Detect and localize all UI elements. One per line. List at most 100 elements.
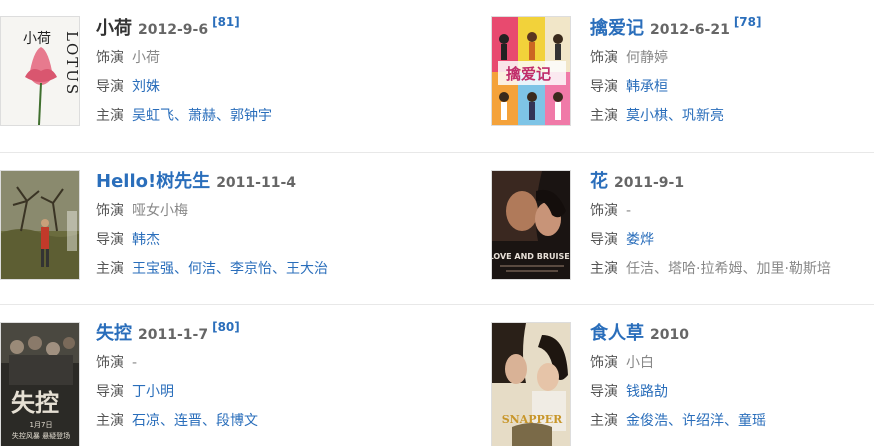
cast-name: 任洁 [626, 261, 654, 277]
film-poster[interactable]: 失控 1月7日 失控风暴 悬疑登场 [0, 322, 80, 446]
director-line: 导演 韩承桓 [590, 73, 874, 102]
role-line: 饰演 小白 [590, 349, 874, 378]
cast-link[interactable]: 巩新亮 [682, 108, 724, 124]
cast-name: 塔哈·拉希姆 [668, 261, 743, 277]
director-label: 导演 [590, 79, 618, 95]
poster-title-text: 小荷 [23, 31, 51, 47]
svg-text:失控: 失控 [11, 388, 59, 417]
director-link[interactable]: 钱路劼 [626, 384, 668, 400]
director-link[interactable]: 韩杰 [132, 232, 160, 248]
citation-link[interactable]: [81] [212, 15, 240, 29]
role-value: 何静婷 [626, 50, 668, 66]
cast-line: 主演 金俊浩、许绍洋、童瑶 [590, 413, 766, 429]
director-label: 导演 [590, 232, 618, 248]
film-card: 小荷 LOTUS 小荷 2012-9-6 [81] 饰演 小荷 导演 刘姝 主演 吴虹飞、… [0, 0, 420, 152]
film-info: 失控 2011-1-7 [80] 饰演 - 导演 丁小明 主演 石凉、连晋、段博文 [96, 319, 416, 436]
director-link[interactable]: 韩承桓 [626, 79, 668, 95]
cast-link[interactable]: 何洁 [188, 261, 216, 277]
director-line: 导演 娄烨 [590, 226, 874, 255]
svg-text:1月7日: 1月7日 [30, 421, 53, 429]
filmography-row: 失控 1月7日 失控风暴 悬疑登场 失控 2011-1-7 [80] 饰演 - 导演丁… [0, 304, 874, 446]
svg-text:LOVE AND BRUISES: LOVE AND BRUISES [492, 252, 571, 261]
cast-link[interactable]: 王宝强 [132, 261, 174, 277]
role-value: - [132, 355, 138, 371]
cast-link[interactable]: 吴虹飞 [132, 108, 174, 124]
cast-line: 主演 莫小棋、巩新亮 [590, 108, 724, 124]
film-date: 2012-6-21 [650, 22, 730, 38]
film-title[interactable]: 小荷 [96, 18, 132, 39]
role-line: 饰演 哑女小梅 [96, 197, 416, 226]
role-label: 饰演 [96, 50, 124, 66]
cast-link[interactable]: 金俊浩 [626, 413, 668, 429]
cast-label: 主演 [96, 108, 124, 124]
role-label: 饰演 [590, 203, 618, 219]
director-label: 导演 [96, 79, 124, 95]
film-poster[interactable] [0, 170, 80, 280]
cast-line: 主演 吴虹飞、萧赫、郭钟宇 [96, 108, 272, 124]
film-title[interactable]: 花 [590, 171, 608, 192]
film-date: 2010 [650, 327, 689, 343]
film-info: 花 2011-9-1 饰演 - 导演 娄烨 主演 任洁、塔哈·拉希姆、加里·勒斯培 [590, 167, 874, 284]
film-card: LOVE AND BRUISES 花 2011-9-1 饰演 - 导演 娄烨 主演 任洁… [490, 153, 874, 305]
director-label: 导演 [96, 232, 124, 248]
role-label: 饰演 [96, 203, 124, 219]
svg-text:擒爱记: 擒爱记 [506, 65, 551, 83]
director-link[interactable]: 刘姝 [132, 79, 160, 95]
director-line: 导演 韩杰 [96, 226, 416, 255]
film-title[interactable]: 擒爱记 [590, 18, 644, 39]
film-date: 2011-11-4 [216, 175, 296, 191]
role-value: - [626, 203, 632, 219]
film-title[interactable]: 食人草 [590, 323, 644, 344]
cast-line: 主演 任洁、塔哈·拉希姆、加里·勒斯培 [590, 261, 831, 277]
citation-link[interactable]: [78] [734, 15, 762, 29]
cast-link[interactable]: 李京怡 [230, 261, 272, 277]
film-poster[interactable]: 小荷 LOTUS [0, 16, 80, 126]
film-date: 2011-9-1 [614, 175, 685, 191]
cast-line: 主演 王宝强、何洁、李京怡、王大治 [96, 261, 328, 277]
film-info: 食人草 2010 饰演 小白 导演 钱路劼 主演 金俊浩、许绍洋、童瑶 [590, 319, 874, 436]
film-title[interactable]: 失控 [96, 323, 132, 344]
role-line: 饰演 小荷 [96, 44, 416, 73]
director-label: 导演 [590, 384, 618, 400]
filmography-row: Hello!树先生 2011-11-4 饰演 哑女小梅 导演 韩杰 主演 王宝强、何洁、… [0, 152, 874, 304]
director-label: 导演 [96, 384, 124, 400]
svg-text:失控风暴 悬疑登场: 失控风暴 悬疑登场 [12, 431, 70, 440]
director-link[interactable]: 丁小明 [132, 384, 174, 400]
cast-label: 主演 [590, 261, 618, 277]
cast-link[interactable]: 莫小棋 [626, 108, 668, 124]
citation-link[interactable]: [80] [212, 320, 240, 334]
film-poster[interactable]: LOVE AND BRUISES [491, 170, 571, 280]
cast-link[interactable]: 许绍洋 [682, 413, 724, 429]
film-info: 小荷 2012-9-6 [81] 饰演 小荷 导演 刘姝 主演 吴虹飞、萧赫、郭钟宇 [96, 14, 416, 131]
director-link[interactable]: 娄烨 [626, 232, 654, 248]
cast-link[interactable]: 萧赫 [188, 108, 216, 124]
cast-label: 主演 [96, 261, 124, 277]
cast-name: 加里·勒斯培 [756, 261, 831, 277]
film-info: 擒爱记 2012-6-21 [78] 饰演 何静婷 导演 韩承桓 主演 莫小棋、巩新亮 [590, 14, 874, 131]
film-info: Hello!树先生 2011-11-4 饰演 哑女小梅 导演 韩杰 主演 王宝强、何洁、… [96, 167, 416, 284]
role-value: 小白 [626, 355, 654, 371]
film-poster[interactable]: SNAPPER [491, 322, 571, 446]
film-date: 2012-9-6 [138, 22, 209, 38]
role-label: 饰演 [96, 355, 124, 371]
role-line: 饰演 - [590, 197, 874, 226]
film-poster[interactable]: 擒爱记 [491, 16, 571, 126]
role-line: 饰演 - [96, 349, 416, 378]
film-title[interactable]: Hello!树先生 [96, 171, 210, 192]
cast-link[interactable]: 段博文 [216, 413, 258, 429]
role-label: 饰演 [590, 355, 618, 371]
director-line: 导演 刘姝 [96, 73, 416, 102]
cast-link[interactable]: 郭钟宇 [230, 108, 272, 124]
role-line: 饰演 何静婷 [590, 44, 874, 73]
cast-label: 主演 [590, 413, 618, 429]
film-card: 擒爱记 擒爱记 2012-6-21 [78] 饰演 何静婷 导演 韩承桓 主演 莫小棋、巩… [490, 0, 874, 152]
cast-link[interactable]: 连晋 [174, 413, 202, 429]
cast-line: 主演 石凉、连晋、段博文 [96, 413, 258, 429]
film-date: 2011-1-7 [138, 327, 209, 343]
svg-text:LOTUS: LOTUS [63, 31, 80, 96]
cast-link[interactable]: 王大治 [286, 261, 328, 277]
cast-link[interactable]: 石凉 [132, 413, 160, 429]
cast-link[interactable]: 童瑶 [738, 413, 766, 429]
film-card: SNAPPER 食人草 2010 饰演 小白 导演 钱路劼 主演 金俊浩、许绍洋、童瑶 [490, 305, 874, 446]
filmography-row: 小荷 LOTUS 小荷 2012-9-6 [81] 饰演 小荷 导演 刘姝 主演 吴虹飞、… [0, 0, 874, 152]
